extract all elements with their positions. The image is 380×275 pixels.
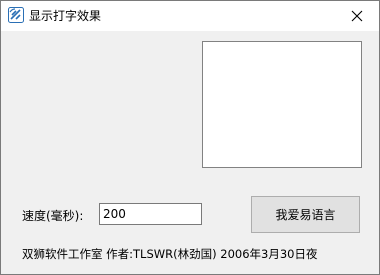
title-bar[interactable]: 显示打字效果 bbox=[1, 1, 379, 31]
run-typing-button[interactable]: 我爱易语言 bbox=[251, 196, 360, 233]
app-logo-icon bbox=[8, 7, 24, 23]
app-window: 显示打字效果 速度(毫秒): 我爱易语言 双狮软件工作室 作者:TLSWR(林劲… bbox=[0, 0, 380, 275]
close-icon bbox=[351, 10, 363, 22]
credit-text: 双狮软件工作室 作者:TLSWR(林劲国) 2006年3月30日夜 bbox=[22, 247, 318, 261]
typing-display-box bbox=[202, 41, 362, 168]
close-button[interactable] bbox=[335, 1, 379, 31]
speed-label: 速度(毫秒): bbox=[22, 209, 84, 223]
window-title: 显示打字效果 bbox=[29, 9, 102, 23]
client-area: 速度(毫秒): 我爱易语言 双狮软件工作室 作者:TLSWR(林劲国) 2006… bbox=[1, 31, 379, 274]
speed-input[interactable] bbox=[99, 203, 202, 225]
